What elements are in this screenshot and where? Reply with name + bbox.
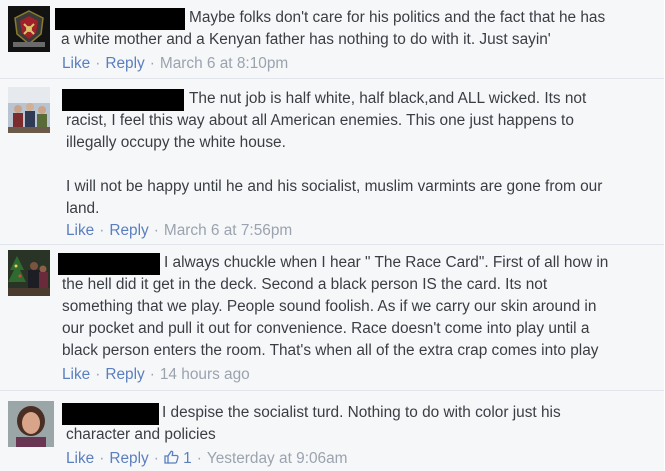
comment-actions: Like · Reply · 14 hours ago	[62, 365, 250, 385]
timestamp[interactable]: March 6 at 7:56pm	[164, 222, 292, 239]
timestamp[interactable]: March 6 at 8:10pm	[160, 55, 288, 72]
comment: Maybe folks don't care for his politics …	[0, 0, 664, 78]
like-count-value: 1	[183, 450, 192, 467]
comment-text-line: I always chuckle when I hear " The Race …	[164, 254, 609, 271]
comment-text-line: a white mother and a Kenyan father has n…	[61, 31, 551, 48]
comment-text-line: The nut job is half white, half black,an…	[189, 90, 587, 107]
separator: ·	[95, 366, 101, 383]
profile-photo-icon	[8, 401, 54, 447]
comment-thread: Maybe folks don't care for his politics …	[0, 0, 665, 471]
comment-actions: Like · Reply · 1 · Yesterday at 9:06am	[66, 449, 347, 469]
comment-text-line: black person enters the room. That's whe…	[62, 342, 599, 359]
redacted-name	[58, 253, 160, 275]
comment-text-line: I despise the socialist turd. Nothing to…	[162, 404, 561, 421]
comment: The nut job is half white, half black,an…	[0, 78, 664, 244]
comment-text-line: character and policies	[66, 426, 216, 443]
separator: ·	[196, 450, 202, 467]
avatar[interactable]	[8, 401, 54, 447]
like-link[interactable]: Like	[66, 450, 94, 467]
separator: ·	[153, 450, 159, 467]
comment: I always chuckle when I hear " The Race …	[0, 244, 664, 390]
reply-link[interactable]: Reply	[105, 366, 144, 383]
separator: ·	[99, 222, 105, 239]
separator: ·	[95, 55, 101, 72]
comment-text-line: our pocket and pull it out for convenien…	[62, 320, 590, 337]
christmas-photo-icon	[8, 250, 50, 296]
comment-text-line: Maybe folks don't care for his politics …	[189, 9, 606, 26]
redacted-name	[62, 89, 184, 111]
like-link[interactable]: Like	[62, 366, 90, 383]
avatar[interactable]	[8, 6, 50, 52]
comment-text-line: racist, I feel this way about all Americ…	[66, 112, 574, 129]
crest-icon	[8, 6, 50, 52]
redacted-name	[62, 403, 159, 425]
crowd-photo-icon	[8, 87, 50, 133]
comment-text-line: land.	[66, 200, 100, 217]
like-link[interactable]: Like	[66, 222, 94, 239]
comment-text-line: illegally occupy the white house.	[66, 134, 286, 151]
separator: ·	[149, 366, 155, 383]
separator: ·	[149, 55, 155, 72]
comment-text-line: I will not be happy until he and his soc…	[66, 178, 603, 195]
separator: ·	[99, 450, 105, 467]
reply-link[interactable]: Reply	[109, 222, 148, 239]
reply-link[interactable]: Reply	[109, 450, 148, 467]
timestamp[interactable]: Yesterday at 9:06am	[207, 450, 348, 467]
comment-text-line: the hell did it get in the deck. Second …	[62, 276, 548, 293]
avatar[interactable]	[8, 87, 50, 133]
like-link[interactable]: Like	[62, 55, 90, 72]
thumbs-up-icon	[164, 450, 179, 464]
separator: ·	[153, 222, 159, 239]
like-count[interactable]: 1	[164, 450, 192, 467]
timestamp[interactable]: 14 hours ago	[160, 366, 250, 383]
avatar[interactable]	[8, 250, 50, 296]
comment-actions: Like · Reply · March 6 at 8:10pm	[62, 54, 288, 74]
comment-actions: Like · Reply · March 6 at 7:56pm	[66, 221, 292, 241]
redacted-name	[55, 8, 185, 30]
comment: I despise the socialist turd. Nothing to…	[0, 390, 664, 471]
reply-link[interactable]: Reply	[105, 55, 144, 72]
comment-text-line: something that we play. People sound foo…	[62, 298, 597, 315]
